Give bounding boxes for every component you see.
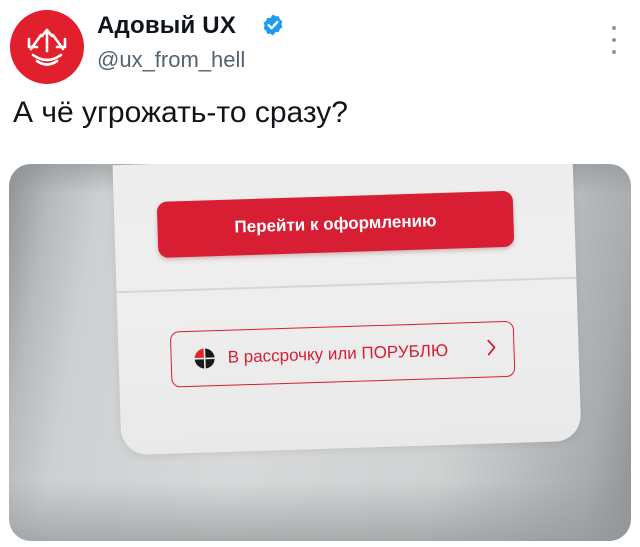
handle[interactable]: @ux_from_hell — [97, 47, 245, 73]
trident-logo-icon — [27, 28, 67, 66]
menu-dot — [612, 50, 616, 54]
avatar[interactable] — [10, 10, 84, 84]
chevron-right-icon — [487, 339, 496, 356]
dolyame-logo-icon — [194, 347, 216, 370]
tweet-photo[interactable]: Перейти к оформлению В рассрочку или ПОР… — [9, 164, 631, 541]
display-name[interactable]: Адовый UX — [97, 12, 236, 40]
installment-button-label: В рассрочку или ПОРУБЛЮ — [227, 340, 449, 367]
installment-button[interactable]: В рассрочку или ПОРУБЛЮ — [169, 320, 516, 388]
menu-dot — [612, 38, 616, 42]
menu-dot — [612, 26, 616, 30]
photo-shadow-bottom — [9, 481, 631, 541]
verified-badge-icon — [263, 14, 283, 36]
more-options-icon[interactable] — [604, 26, 624, 54]
checkout-panel: Перейти к оформлению В рассрочку или ПОР… — [112, 164, 582, 456]
panel-divider — [116, 276, 577, 294]
checkout-button[interactable]: Перейти к оформлению — [156, 190, 515, 258]
tweet-text: А чё угрожать-то сразу? — [13, 96, 348, 129]
